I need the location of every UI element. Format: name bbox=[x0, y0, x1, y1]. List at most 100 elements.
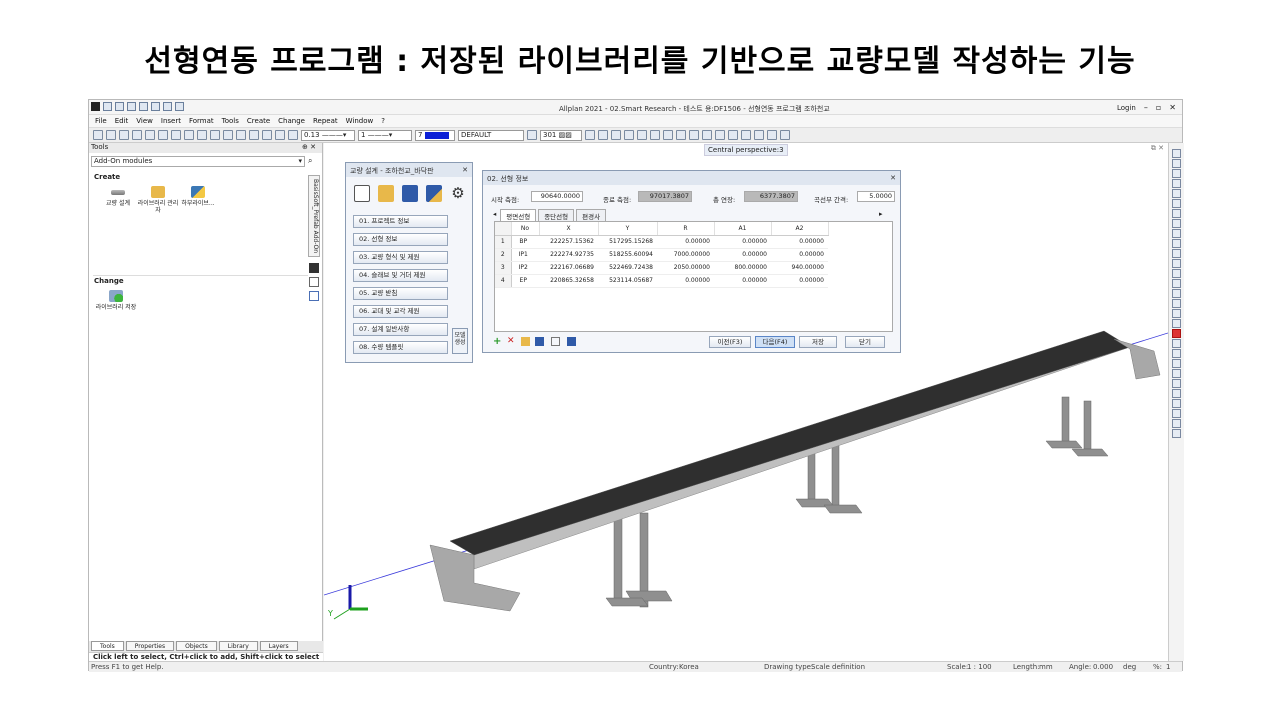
tab-properties[interactable]: Properties bbox=[125, 641, 175, 651]
menu-window[interactable]: Window bbox=[346, 117, 374, 125]
menu-insert[interactable]: Insert bbox=[161, 117, 181, 125]
paste-icon[interactable] bbox=[171, 130, 181, 140]
toolbar-icon[interactable] bbox=[780, 130, 790, 140]
cell-y[interactable]: 518255.60094 bbox=[598, 248, 657, 262]
delete-icon[interactable] bbox=[1172, 329, 1181, 338]
toolbar-icon[interactable] bbox=[702, 130, 712, 140]
tool-icon[interactable] bbox=[1172, 409, 1181, 418]
layer-select[interactable]: DEFAULT bbox=[458, 129, 524, 141]
angle-value[interactable]: 0.000 bbox=[1093, 663, 1113, 671]
cell-y[interactable]: 523114.05687 bbox=[598, 274, 657, 288]
cut-icon[interactable] bbox=[145, 130, 155, 140]
table-row[interactable]: 4 EP 220865.32658 523114.05687 0.00000 0… bbox=[495, 274, 828, 288]
tool-icon[interactable] bbox=[1172, 229, 1181, 238]
cell-a1[interactable]: 0.00000 bbox=[714, 274, 771, 288]
new-file-icon[interactable] bbox=[103, 102, 112, 111]
toolbar-icon[interactable] bbox=[210, 130, 220, 140]
save-as-icon[interactable] bbox=[426, 185, 442, 202]
tool-icon[interactable] bbox=[1172, 419, 1181, 428]
substructure-library-module[interactable]: 하부라이브... bbox=[177, 186, 219, 207]
tool-icon[interactable] bbox=[1172, 209, 1181, 218]
search-icon[interactable]: ⌕ bbox=[308, 156, 318, 167]
save-icon[interactable] bbox=[535, 337, 544, 346]
toolbar-icon[interactable] bbox=[132, 130, 142, 140]
step-design-general[interactable]: 07. 설계 일반사항 bbox=[353, 323, 448, 336]
toolbar-icon[interactable] bbox=[650, 130, 660, 140]
gear-icon[interactable]: ⚙ bbox=[450, 185, 466, 202]
tool-icon[interactable] bbox=[1172, 239, 1181, 248]
maximize-icon[interactable]: ▫ bbox=[1156, 103, 1161, 112]
toolbar-icon[interactable] bbox=[249, 130, 259, 140]
next-button[interactable]: 다음(F4) bbox=[755, 336, 795, 348]
close-icon[interactable]: ✕ bbox=[462, 166, 468, 174]
alignment-grid[interactable]: No X Y R A1 A2 1 BP 222257.15362 517295.… bbox=[494, 221, 893, 332]
save-icon[interactable] bbox=[402, 185, 419, 202]
toolbar-icon[interactable] bbox=[741, 130, 751, 140]
step-slab-girder[interactable]: 04. 슬래브 및 거더 제원 bbox=[353, 269, 448, 282]
viewport-controls[interactable]: ⧉ ✕ bbox=[1151, 144, 1164, 153]
tab-layers[interactable]: Layers bbox=[259, 641, 298, 651]
tool-icon[interactable] bbox=[1172, 199, 1181, 208]
tool-icon[interactable] bbox=[1172, 359, 1181, 368]
side-tab-icon[interactable] bbox=[309, 263, 319, 273]
tool-icon[interactable] bbox=[1172, 349, 1181, 358]
module-category-select[interactable]: Add-On modules ▾ bbox=[91, 156, 305, 167]
view-icon[interactable] bbox=[163, 102, 172, 111]
side-tab-prefab[interactable]: BasisSoft_Prefab Add-On bbox=[308, 175, 320, 257]
step-bearing[interactable]: 05. 교량 받침 bbox=[353, 287, 448, 300]
toolbar-icon[interactable] bbox=[106, 130, 116, 140]
toolbar-icon[interactable] bbox=[223, 130, 233, 140]
toolbar-icon[interactable] bbox=[624, 130, 634, 140]
close-button[interactable]: 닫기 bbox=[845, 336, 885, 348]
tool-icon[interactable] bbox=[1172, 219, 1181, 228]
cell-x[interactable]: 222167.06689 bbox=[539, 261, 598, 275]
cell-a2[interactable]: 0.00000 bbox=[771, 248, 828, 262]
save-icon[interactable] bbox=[127, 102, 136, 111]
new-file-icon[interactable] bbox=[354, 185, 371, 202]
tab-tools[interactable]: Tools bbox=[91, 641, 124, 651]
menu-edit[interactable]: Edit bbox=[115, 117, 129, 125]
cell-no[interactable]: EP bbox=[511, 274, 539, 288]
step-alignment-info[interactable]: 02. 선형 정보 bbox=[353, 233, 448, 246]
export-icon[interactable] bbox=[567, 337, 576, 346]
pattern-select[interactable]: 301 ▨▨ bbox=[540, 129, 582, 141]
table-row[interactable]: 2 IP1 222274.92735 518255.60094 7000.000… bbox=[495, 248, 828, 262]
save-button[interactable]: 저장 bbox=[799, 336, 837, 348]
tool-icon[interactable] bbox=[1172, 249, 1181, 258]
cell-r[interactable]: 0.00000 bbox=[657, 274, 714, 288]
cell-r[interactable]: 2050.00000 bbox=[657, 261, 714, 275]
prev-button[interactable]: 이전(F3) bbox=[709, 336, 751, 348]
cell-r[interactable]: 7000.00000 bbox=[657, 248, 714, 262]
minimize-icon[interactable]: – bbox=[1144, 103, 1148, 112]
undo-icon[interactable] bbox=[184, 130, 194, 140]
login-link[interactable]: Login bbox=[1117, 104, 1136, 112]
tool-icon[interactable] bbox=[1172, 299, 1181, 308]
cell-no[interactable]: IP1 bbox=[511, 248, 539, 262]
cell-x[interactable]: 222257.15362 bbox=[539, 235, 598, 249]
toolbar-icon[interactable] bbox=[93, 130, 103, 140]
tool-icon[interactable] bbox=[1172, 319, 1181, 328]
color-select[interactable]: 7 bbox=[415, 129, 455, 141]
menu-tools[interactable]: Tools bbox=[222, 117, 239, 125]
tab-scroll-right-icon[interactable]: ▸ bbox=[879, 210, 883, 218]
tool-icon[interactable] bbox=[1172, 309, 1181, 318]
tool-icon[interactable] bbox=[1172, 159, 1181, 168]
tool-icon[interactable] bbox=[1172, 279, 1181, 288]
cell-a2[interactable]: 0.00000 bbox=[771, 274, 828, 288]
tab-library[interactable]: Library bbox=[218, 641, 258, 651]
step-bridge-type[interactable]: 03. 교량 형식 및 제원 bbox=[353, 251, 448, 264]
text-icon[interactable] bbox=[663, 130, 673, 140]
tool-icon[interactable] bbox=[1172, 259, 1181, 268]
toolbar-icon[interactable] bbox=[598, 130, 608, 140]
zoom-icon[interactable] bbox=[275, 130, 285, 140]
open-file-icon[interactable] bbox=[115, 102, 124, 111]
start-station-input[interactable]: 90640.0000 bbox=[531, 191, 583, 202]
library-save-module[interactable]: 라이브러리 저장 bbox=[95, 290, 137, 311]
length-value[interactable]: mm bbox=[1039, 663, 1053, 671]
cell-a1[interactable]: 0.00000 bbox=[714, 235, 771, 249]
tool-icon[interactable] bbox=[1172, 369, 1181, 378]
layer-icon[interactable] bbox=[527, 130, 537, 140]
toolbar-icon[interactable] bbox=[262, 130, 272, 140]
percent-value[interactable]: 1 bbox=[1166, 663, 1170, 671]
create-model-button[interactable]: 모델 생성 bbox=[452, 328, 468, 354]
